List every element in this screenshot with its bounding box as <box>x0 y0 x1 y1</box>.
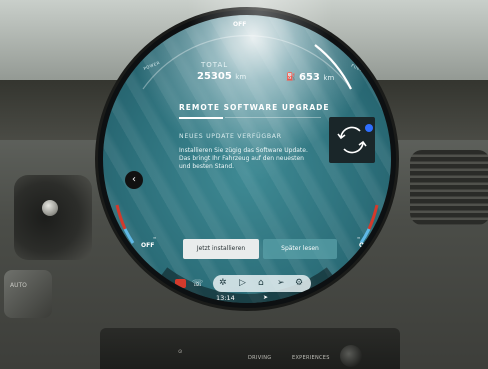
right-seat-heat-icon: ≈ <box>357 235 361 240</box>
install-now-button[interactable]: Jetzt installieren <box>183 239 259 259</box>
console-dial[interactable] <box>340 345 362 367</box>
description-line: Das bringt Ihr Fahrzeug auf den neuesten <box>179 155 304 162</box>
update-description: Installieren Sie zügig das Software Upda… <box>179 147 329 171</box>
console-label-left: ⊙ <box>178 349 183 355</box>
left-air-vent <box>14 175 92 260</box>
range-unit: km <box>323 74 335 82</box>
console-label-experiences: EXPERIENCES <box>292 355 330 361</box>
left-heat-arc <box>115 204 127 230</box>
console-label-driving: DRIVING <box>248 355 272 361</box>
right-air-vent <box>410 150 488 225</box>
phone-icon[interactable]: ☏ <box>192 278 203 290</box>
right-heat-arc <box>367 204 379 230</box>
clock: 13:14 <box>216 294 235 302</box>
right-seat-heat-status[interactable]: OFF <box>359 242 372 249</box>
warning-icon[interactable] <box>175 279 186 288</box>
title-underline <box>179 117 223 119</box>
title-divider <box>225 117 321 118</box>
media-play-icon[interactable]: ▷ <box>239 277 246 289</box>
outside-temperature: 8 °C <box>303 294 317 302</box>
dialog-title: REMOTE SOFTWARE UPGRADE <box>179 103 330 112</box>
home-icon[interactable]: ⌂ <box>258 277 264 289</box>
top-off-label: OFF <box>233 21 247 28</box>
range-value: 653 km <box>299 72 334 83</box>
odometer-unit: km <box>235 73 247 81</box>
left-cool-arc <box>123 228 135 244</box>
stalk-label: AUTO <box>10 282 27 289</box>
fan-icon[interactable]: ✲ <box>219 277 227 289</box>
right-cool-arc <box>359 228 371 244</box>
back-button[interactable]: ‹ <box>125 171 143 189</box>
location-arrow-icon: ➤ <box>263 294 269 301</box>
range-number: 653 <box>299 72 320 83</box>
navigation-icon[interactable]: ➢ <box>277 277 285 289</box>
odometer-number: 25305 <box>197 71 232 82</box>
read-later-button[interactable]: Später lesen <box>263 239 337 259</box>
description-line: Installieren Sie zügig das Software Upda… <box>179 147 308 154</box>
range-icon: ⛽ <box>286 72 296 81</box>
round-center-display: OFF POWER FUEL TOTAL 25305 km ⛽ 653 km R… <box>98 10 396 308</box>
update-notification-dot <box>365 124 373 132</box>
left-seat-heat-status[interactable]: OFF <box>141 242 154 249</box>
update-available-heading: NEUES UPDATE VERFÜGBAR <box>179 133 282 140</box>
odometer-value: 25305 km <box>197 71 246 82</box>
vent-knob <box>42 200 58 216</box>
display-screen: OFF POWER FUEL TOTAL 25305 km ⛽ 653 km R… <box>103 15 391 303</box>
light-control-stalk <box>4 270 52 318</box>
total-label: TOTAL <box>201 61 229 69</box>
left-seat-heat-icon: ≈ <box>153 235 157 240</box>
description-line: und besten Stand. <box>179 163 235 170</box>
settings-icon[interactable]: ⚙ <box>295 277 303 289</box>
vehicle-icon[interactable]: ♙ <box>323 278 331 290</box>
chevron-left-icon: ‹ <box>132 174 136 185</box>
